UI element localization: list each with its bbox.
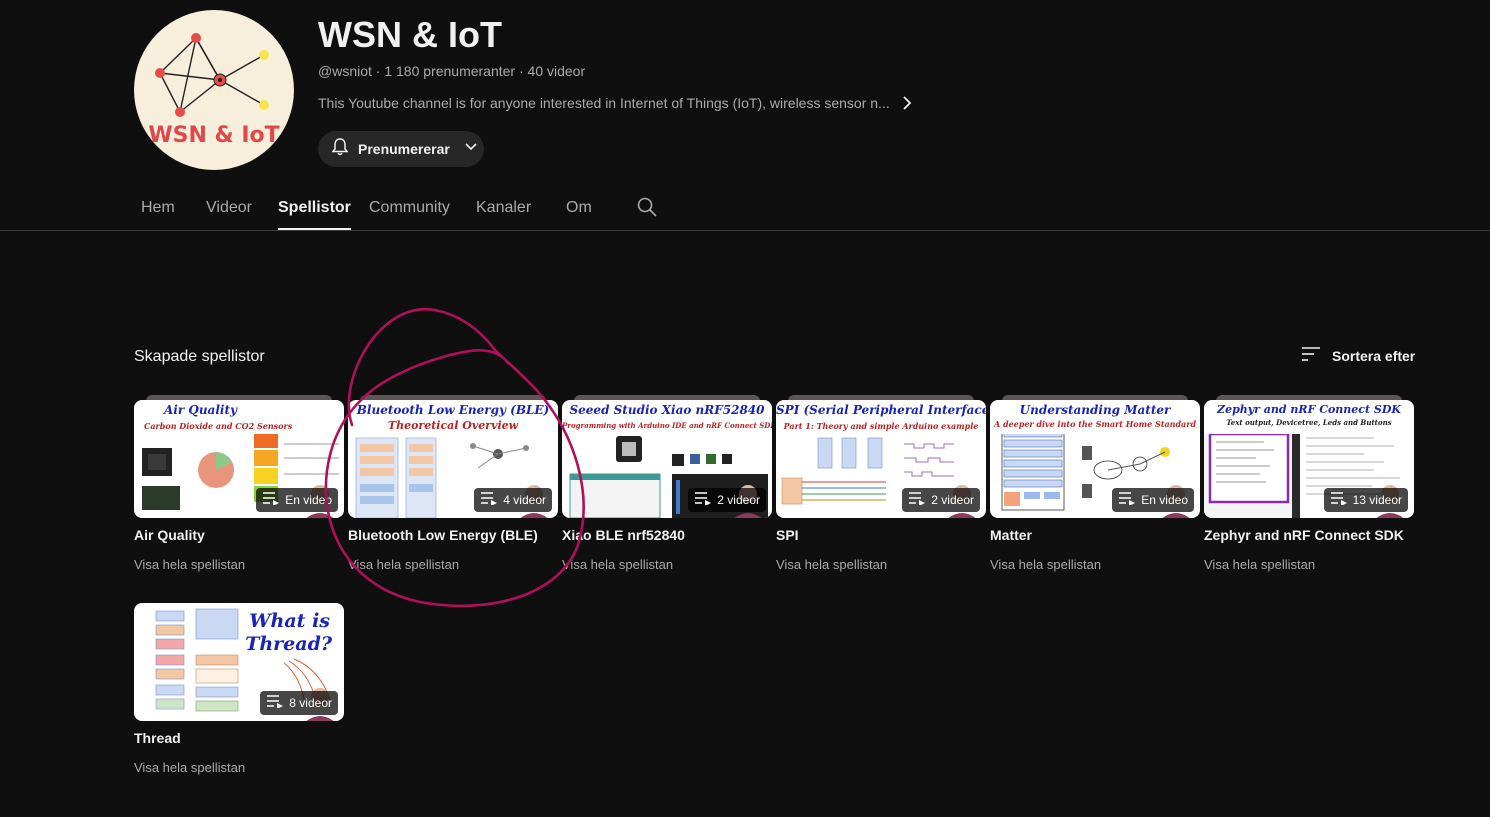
- playlist-title[interactable]: Zephyr and nRF Connect SDK: [1204, 527, 1404, 543]
- view-full-playlist-link[interactable]: Visa hela spellistan: [990, 557, 1101, 572]
- playlist-title[interactable]: Air Quality: [134, 527, 205, 543]
- tab-hem[interactable]: Hem: [141, 188, 175, 230]
- thumbnail-title: Seeed Studio Xiao nRF52840: [569, 403, 765, 417]
- view-full-playlist-link[interactable]: Visa hela spellistan: [348, 557, 459, 572]
- playlist-thumbnail[interactable]: Zephyr and nRF Connect SDK Text output, …: [1204, 400, 1414, 518]
- view-full-playlist-link[interactable]: Visa hela spellistan: [562, 557, 673, 572]
- video-count-badge: 2 videor: [902, 488, 980, 512]
- playlist-thumbnail[interactable]: Understanding Matter A deeper dive into …: [990, 400, 1200, 518]
- playlist-icon: [1118, 491, 1136, 510]
- thumbnail-title: SPI (Serial Peripheral Interface): [776, 403, 986, 417]
- video-count: En video: [285, 493, 332, 507]
- thumbnail-subtitle: Text output, Devicetree, Leds and Button…: [1226, 418, 1392, 427]
- view-full-playlist-link[interactable]: Visa hela spellistan: [134, 557, 245, 572]
- playlist-title[interactable]: Thread: [134, 730, 181, 746]
- chevron-down-icon: [464, 140, 478, 159]
- thumbnail-title: Air Quality: [164, 403, 237, 417]
- channel-page: WSN & IoT WSN & IoT @wsniot · 1 180 pren…: [0, 0, 1490, 817]
- subscribe-button[interactable]: Prenumererar: [318, 131, 484, 167]
- playlist-icon: [694, 491, 712, 510]
- search-icon[interactable]: [636, 196, 658, 218]
- thumbnail-subtitle: A deeper dive into the Smart Home Standa…: [993, 419, 1197, 429]
- thumbnail-title: Bluetooth Low Energy (BLE): [356, 403, 550, 417]
- thumbnail-subtitle: Part 1: Theory and simple Arduino exampl…: [783, 421, 979, 431]
- video-count-badge: 4 videor: [474, 488, 552, 512]
- channel-avatar[interactable]: WSN & IoT: [134, 10, 294, 170]
- playlist-title[interactable]: Xiao BLE nrf52840: [562, 527, 685, 543]
- playlist-icon: [480, 491, 498, 510]
- thumbnail-title: Zephyr and nRF Connect SDK: [1217, 403, 1401, 416]
- sort-label: Sortera efter: [1332, 348, 1416, 364]
- tab-kanaler[interactable]: Kanaler: [476, 188, 531, 230]
- thumbnail-subtitle: Programming with Arduino IDE and nRF Con…: [562, 421, 772, 430]
- video-count-badge: 13 videor: [1323, 488, 1408, 512]
- video-count-badge: 2 videor: [688, 488, 766, 512]
- thumbnail-title: Understanding Matter: [1019, 403, 1171, 417]
- playlist-thumbnail[interactable]: SPI (Serial Peripheral Interface) Part 1…: [776, 400, 986, 518]
- playlist-thumbnail[interactable]: Seeed Studio Xiao nRF52840 Programming w…: [562, 400, 772, 518]
- video-count: 2 videor: [717, 493, 760, 507]
- channel-meta: @wsniot · 1 180 prenumeranter · 40 video…: [318, 63, 586, 79]
- playlist-title[interactable]: Bluetooth Low Energy (BLE): [348, 527, 538, 543]
- channel-title: WSN & IoT: [318, 14, 502, 55]
- sort-button[interactable]: Sortera efter: [1300, 345, 1415, 367]
- channel-logo-text: WSN & IoT: [148, 123, 280, 148]
- playlist-thumbnail[interactable]: Bluetooth Low Energy (BLE) Theoretical O…: [348, 400, 558, 518]
- thumbnail-subtitle: Carbon Dioxide and CO2 Sensors: [144, 421, 293, 431]
- channel-description[interactable]: This Youtube channel is for anyone inter…: [318, 95, 890, 111]
- playlist-icon: [266, 694, 284, 713]
- tab-videor[interactable]: Videor: [206, 188, 252, 230]
- view-full-playlist-link[interactable]: Visa hela spellistan: [1204, 557, 1315, 572]
- thumbnail-subtitle: Thread?: [245, 633, 333, 655]
- video-count: 4 videor: [503, 493, 546, 507]
- view-full-playlist-link[interactable]: Visa hela spellistan: [776, 557, 887, 572]
- playlist-thumbnail[interactable]: What is Thread? 8 videor: [134, 603, 344, 721]
- playlist-icon: [262, 491, 280, 510]
- video-count: En video: [1141, 493, 1188, 507]
- video-count: 2 videor: [931, 493, 974, 507]
- view-full-playlist-link[interactable]: Visa hela spellistan: [134, 760, 245, 775]
- playlist-icon: [1330, 491, 1348, 510]
- video-count: 8 videor: [289, 696, 332, 710]
- channel-tabs: Hem Videor Spellistor Community Kanaler …: [0, 188, 1490, 231]
- playlist-title[interactable]: SPI: [776, 527, 799, 543]
- bell-icon: [330, 137, 350, 162]
- chevron-right-icon[interactable]: [898, 94, 916, 112]
- playlist-thumbnail[interactable]: Air Quality Carbon Dioxide and CO2 Senso…: [134, 400, 344, 518]
- video-count-badge: En video: [256, 488, 338, 512]
- playlist-icon: [908, 491, 926, 510]
- playlist-title[interactable]: Matter: [990, 527, 1032, 543]
- section-title: Skapade spellistor: [134, 348, 265, 365]
- video-count-badge: En video: [1112, 488, 1194, 512]
- video-count-badge: 8 videor: [260, 691, 338, 715]
- tab-om[interactable]: Om: [566, 188, 592, 230]
- thumbnail-subtitle: Theoretical Overview: [387, 419, 519, 432]
- sort-icon: [1300, 345, 1322, 368]
- tab-community[interactable]: Community: [369, 188, 450, 230]
- subscribe-label: Prenumererar: [358, 141, 450, 157]
- tab-spellistor[interactable]: Spellistor: [278, 188, 351, 230]
- thumbnail-title: What is: [249, 610, 330, 632]
- video-count: 13 videor: [1352, 493, 1402, 507]
